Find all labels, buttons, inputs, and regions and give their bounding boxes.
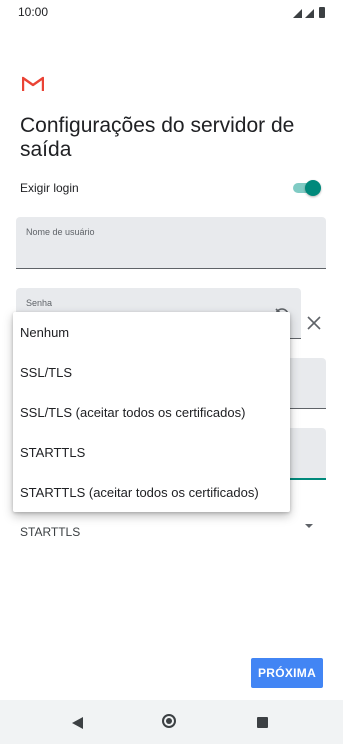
menu-item-label: SSL/TLS (aceitar todos os certificados) [20,405,246,420]
next-button[interactable]: PRÓXIMA [251,658,323,688]
toggle-thumb [305,180,321,196]
menu-item-ssl-tls[interactable]: SSL/TLS [13,352,290,392]
home-icon[interactable] [162,714,176,728]
back-icon[interactable] [72,717,83,729]
battery-icon [319,7,325,18]
gmail-logo-icon [22,76,44,91]
menu-item-starttls[interactable]: STARTTLS [13,432,290,472]
username-label: Nome de usuário [26,227,95,237]
menu-item-nenhum[interactable]: Nenhum [13,312,290,352]
menu-item-label: SSL/TLS [20,365,73,380]
navigation-bar [0,700,343,744]
menu-item-starttls-all-certs[interactable]: STARTTLS (aceitar todos os certificados) [13,472,290,512]
status-bar: 10:00 [0,0,343,26]
security-type-value[interactable]: STARTTLS [20,525,80,539]
menu-item-ssl-tls-all-certs[interactable]: SSL/TLS (aceitar todos os certificados) [13,392,290,432]
require-login-label: Exigir login [20,181,79,195]
page-title: Configurações do servidor de saída [20,114,295,161]
menu-item-label: STARTTLS (aceitar todos os certificados) [20,485,259,500]
security-dropdown-menu: Nenhum SSL/TLS SSL/TLS (aceitar todos os… [13,312,290,512]
recents-icon[interactable] [257,717,268,728]
status-icons [293,6,325,18]
chevron-down-icon[interactable] [305,524,313,528]
menu-item-label: STARTTLS [20,445,86,460]
status-time: 10:00 [18,5,49,19]
close-icon[interactable] [306,315,322,331]
require-login-toggle[interactable] [293,180,321,196]
username-field[interactable]: Nome de usuário [16,217,326,269]
wifi-icon [293,9,302,18]
menu-item-label: Nenhum [20,325,70,340]
signal-icon [305,9,314,18]
password-label: Senha [26,298,53,308]
